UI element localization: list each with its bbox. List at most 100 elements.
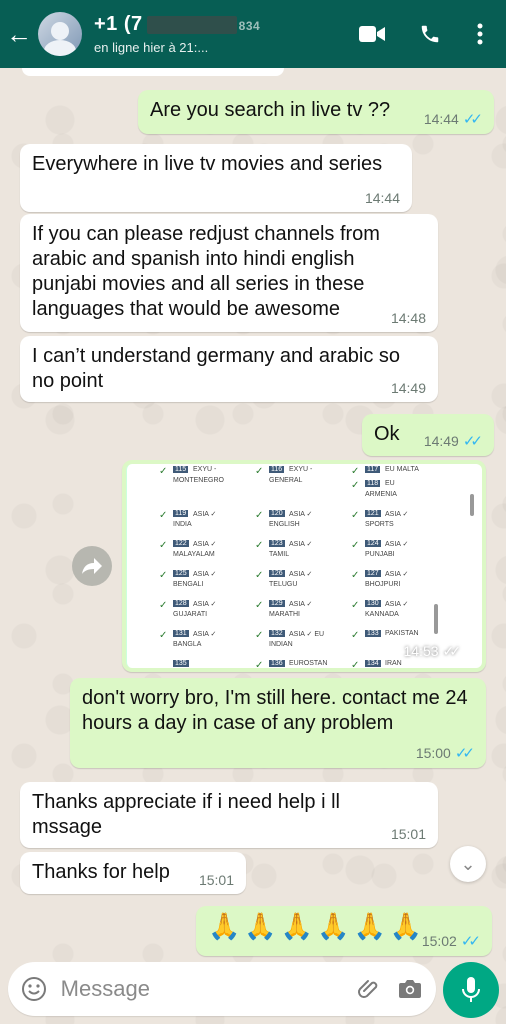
channel-cell: ✓ 136 EUROSTAN [255,658,345,668]
channel-category: EUROSTAN [289,660,328,667]
message-time: 15:01 [198,872,234,888]
channel-cell: ✓ 120 ASIA ✓ ENGLISH [255,508,345,538]
check-icon: ✓ [351,570,360,581]
channel-category: ASIA ✓ [385,571,409,578]
read-ticks-icon: ✓✓ [454,745,475,762]
message-input[interactable] [60,976,349,1002]
channel-category: ASIA ✓ [193,601,217,608]
message-bubble-incoming[interactable]: Thanks appreciate if i need help i ll ms… [20,782,438,848]
message-time: 14:49 [423,433,459,449]
channel-number: 115 [173,466,189,473]
channel-number: 130 [365,600,381,607]
emoji-icon[interactable] [14,968,55,1010]
channel-list-screenshot[interactable]: ✓ 115 EXYU - MONTENEGRO ✓ 116 EXYU - GENERAL ✓ 11… [126,464,482,668]
channel-cell: ✓ 132 ASIA ✓ EU INDIAN [255,628,345,658]
channel-number: 121 [365,510,381,517]
channel-number: 136 [269,660,285,667]
scroll-to-bottom-button[interactable]: ⌄ [450,846,486,882]
message-bubble-outgoing[interactable]: Are you search in live tv ?? 14:44 ✓✓ [138,90,494,134]
channel-cell: ✓ 123 ASIA ✓ TAMIL [255,538,345,568]
message-meta: 15:01 [199,872,234,888]
channel-name: ENGLISH [269,521,300,528]
check-icon: ✓ [351,600,360,611]
check-icon: ✓ [255,600,264,611]
channel-name: PUNJABI [365,551,395,558]
channel-cell: ✓ 115 EXYU - MONTENEGRO [159,464,249,494]
channel-category: ASIA ✓ [193,571,217,578]
channel-cell: ✓ 124 ASIA ✓ PUNJABI [351,538,441,568]
more-vert-icon[interactable] [460,14,500,54]
check-icon: ✓ [159,540,168,551]
message-time: 15:01 [390,826,426,842]
message-text: don't worry bro, I'm still here. contact… [82,687,468,734]
last-seen-status: en ligne hier à 21:... [94,40,209,55]
check-icon: ✓ [255,660,264,668]
channel-number: 126 [269,570,285,577]
check-icon: ✓ [255,570,264,581]
channel-number: 119 [173,510,189,517]
channel-cell: ✓ 126 ASIA ✓ TELUGU [255,568,345,598]
message-text: Everywhere in live tv movies and series [32,153,383,175]
camera-icon[interactable] [389,968,430,1010]
message-composer [8,962,436,1016]
message-time: 14:53 [403,643,439,659]
message-bubble-incoming[interactable]: I can’t understand germany and arabic so… [20,336,438,402]
check-icon: ✓ [159,600,168,611]
forward-icon[interactable] [72,546,112,586]
channel-category: EXYU - [193,466,217,473]
check-icon: ✓ [255,630,264,641]
chevron-down-icon: ⌄ [460,853,476,874]
avatar[interactable] [38,12,82,56]
check-icon: ✓ [159,570,168,581]
channel-category: ASIA ✓ [193,541,217,548]
image-message[interactable]: ✓ 115 EXYU - MONTENEGRO ✓ 116 EXYU - GENERAL ✓ 11… [122,460,486,672]
message-bubble-outgoing[interactable]: 🙏🙏🙏🙏🙏🙏 15:02 ✓✓ [196,906,492,956]
channel-category: ASIA ✓ [193,631,217,638]
channel-category: ASIA ✓ [385,601,409,608]
read-ticks-icon: ✓✓ [460,933,481,950]
check-icon: ✓ [255,466,264,477]
check-icon: ✓ [351,466,360,477]
channel-number: 134 [365,660,381,667]
channel-number: 120 [269,510,285,517]
channel-number: 128 [173,600,189,607]
channel-category: ASIA ✓ [289,571,313,578]
check-icon: ✓ [351,480,360,491]
check-icon: ✓ [255,540,264,551]
message-bubble-incoming[interactable]: If you can please redjust channels from … [20,214,438,332]
check-icon: ✓ [159,510,168,521]
check-icon: ✓ [255,510,264,521]
message-meta: 14:48 [391,310,426,326]
video-call-icon[interactable] [352,14,392,54]
message-meta: 15:00 ✓✓ [416,744,475,762]
message-bubble-outgoing[interactable]: don't worry bro, I'm still here. contact… [70,678,486,768]
contact-info[interactable]: +1 (7 834 en ligne hier à 21:... [94,13,352,55]
channel-number: 127 [365,570,381,577]
channel-cell: ✓ 129 ASIA ✓ MARATHI [255,598,345,628]
message-meta: 14:44 [365,190,400,206]
channel-name: GENERAL [269,477,303,484]
message-meta: 14:49 ✓✓ [423,432,483,450]
paperclip-icon[interactable] [349,968,390,1010]
channel-cell: ✓ 128 ASIA ✓ GUJARATI [159,598,249,628]
message-time: 14:44 [364,190,400,206]
check-icon: ✓ [351,660,360,668]
message-list[interactable]: Are you search in live tv ?? 14:44 ✓✓ Eve… [0,68,506,956]
check-icon: ✓ [159,630,168,641]
message-text: I can’t understand germany and arabic so… [32,345,400,392]
channel-number: 125 [173,570,189,577]
channel-cell: ✓ 119 ASIA ✓ INDIA [159,508,249,538]
check-icon: ✓ [159,466,168,477]
message-bubble-outgoing[interactable]: Ok 14:49 ✓✓ [362,414,494,456]
message-meta: 15:02 ✓✓ [422,932,481,950]
back-arrow-icon[interactable]: ← [6,21,36,47]
message-bubble-incoming[interactable]: Everywhere in live tv movies and series … [20,144,412,212]
channel-number: 123 [269,540,285,547]
channel-category: EU [385,480,395,487]
channel-category: EXYU - [289,466,313,473]
channel-category: ASIA ✓ [385,511,409,518]
channel-name: BHOJPURI [365,581,401,588]
microphone-icon[interactable] [443,962,499,1018]
phone-icon[interactable] [410,14,450,54]
message-bubble-incoming[interactable]: Thanks for help 15:01 [20,852,246,894]
